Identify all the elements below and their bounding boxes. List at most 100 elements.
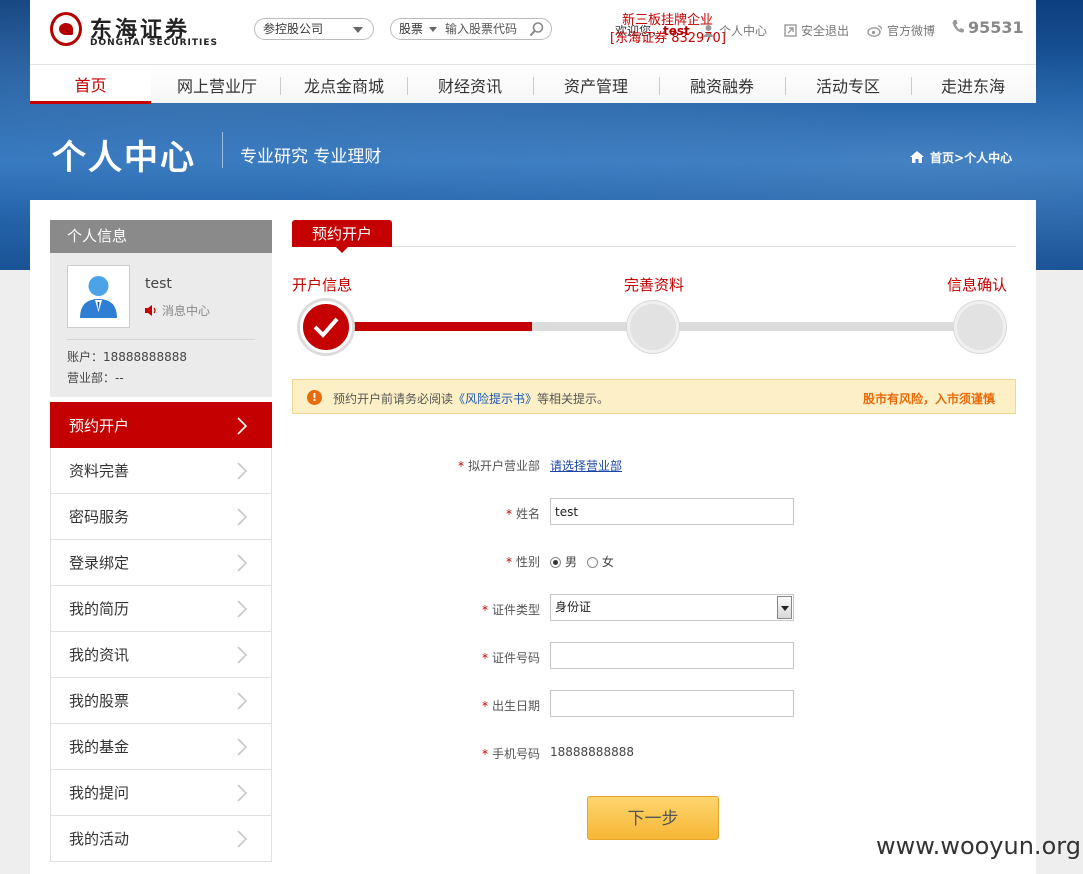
gender-options: 男 女: [550, 553, 614, 570]
company-select[interactable]: 参控股公司: [254, 18, 374, 40]
tab-appointment[interactable]: 预约开户: [292, 220, 392, 253]
radio-unchecked-icon: [586, 557, 598, 568]
id-number-input[interactable]: [550, 642, 794, 669]
logout-link[interactable]: 安全退出: [784, 22, 849, 39]
gender-female-radio[interactable]: 女: [586, 555, 614, 569]
step-label-info: 开户信息: [292, 276, 353, 294]
logo-text-en: DONGHAI SECURITIES: [90, 38, 218, 48]
branch-label: * 拟开户营业部: [457, 459, 540, 473]
chevron-right-icon: [237, 417, 248, 435]
step-3-circle: [954, 301, 1006, 353]
step-1-circle: [300, 301, 352, 353]
progress-fill: [330, 322, 532, 331]
chevron-right-icon: [237, 646, 248, 664]
birth-date-label: * 出生日期: [481, 699, 540, 713]
profile-account: 账户：18888888888: [67, 350, 187, 364]
profile-card: test 消息中心 账户：18888888888 营业部：--: [50, 253, 272, 397]
tab-underline: [292, 246, 1016, 247]
sidebar-item-activities[interactable]: 我的活动: [50, 816, 272, 862]
mobile-label: * 手机号码: [481, 747, 540, 761]
chevron-right-icon: [237, 462, 248, 480]
nav-item-finance-news[interactable]: 财经资讯: [407, 65, 533, 104]
message-center-link[interactable]: 消息中心: [145, 302, 210, 319]
breadcrumb-current: 个人中心: [964, 151, 1013, 165]
nav-item-mall[interactable]: 龙点金商城: [281, 65, 407, 104]
birth-date-input[interactable]: [550, 690, 794, 717]
profile-branch: 营业部：--: [67, 371, 124, 385]
logo-mark-icon: [50, 12, 82, 46]
sidebar-item-news[interactable]: 我的资讯: [50, 632, 272, 678]
mobile-value: 18888888888: [550, 745, 634, 759]
risk-disclosure-link[interactable]: 《风险提示书》: [453, 392, 537, 406]
company-select-value: 参控股公司: [263, 22, 324, 36]
breadcrumb: 首页>个人中心: [910, 149, 1012, 166]
nav-item-online-hall[interactable]: 网上营业厅: [154, 65, 280, 104]
warning-icon: !: [307, 390, 322, 405]
search-icon[interactable]: [529, 21, 545, 37]
avatar[interactable]: [67, 265, 130, 328]
sidebar-item-stocks[interactable]: 我的股票: [50, 678, 272, 724]
breadcrumb-home[interactable]: 首页: [930, 151, 954, 165]
chevron-right-icon: [237, 508, 248, 526]
radio-checked-icon: [550, 557, 561, 568]
sidebar-item-password[interactable]: 密码服务: [50, 494, 272, 540]
profile-divider: [67, 339, 255, 340]
personal-center-link[interactable]: 个人中心: [702, 22, 767, 39]
stock-search-input[interactable]: 输入股票代码: [445, 19, 517, 39]
weibo-link[interactable]: 官方微博: [867, 22, 935, 39]
chevron-down-icon: [429, 27, 437, 32]
watermark: www.wooyun.org: [876, 832, 1081, 860]
name-input[interactable]: [550, 498, 794, 525]
logo[interactable]: 东海证券 DONGHAI SECURITIES: [50, 12, 220, 50]
nav-item-about[interactable]: 走进东海: [910, 65, 1036, 104]
profile-username: test: [145, 276, 172, 292]
sidebar-heading: 个人信息: [50, 220, 272, 253]
user-avatar-icon: [80, 276, 117, 318]
name-label: * 姓名: [505, 507, 540, 521]
stock-search-type[interactable]: 股票: [399, 19, 423, 39]
chevron-right-icon: [237, 830, 248, 848]
site-header: 东海证券 DONGHAI SECURITIES 参控股公司 股票 输入股票代码 …: [30, 0, 1036, 104]
chevron-right-icon: [237, 600, 248, 618]
page-title: 个人中心: [52, 138, 196, 178]
page-subtitle: 专业研究 专业理财: [240, 147, 382, 167]
nav-item-home[interactable]: 首页: [30, 65, 151, 104]
title-divider: [222, 132, 223, 168]
user-icon: [703, 25, 714, 37]
notice-bar: ! 预约开户前请务必阅读《风险提示书》等相关提示。 股市有风险，入市须谨慎: [292, 379, 1016, 414]
notice-text: 预约开户前请务必阅读《风险提示书》等相关提示。: [333, 392, 610, 406]
main-nav: 首页 网上营业厅 龙点金商城 财经资讯 资产管理 融资融券 活动专区 走进东海: [30, 64, 1036, 104]
nav-item-margin-trading[interactable]: 融资融券: [659, 65, 785, 104]
next-step-button[interactable]: 下一步: [587, 796, 719, 840]
gender-male-radio[interactable]: 男: [550, 555, 577, 569]
nav-item-asset-management[interactable]: 资产管理: [533, 65, 659, 104]
chevron-down-icon: [353, 27, 363, 33]
nav-item-activities[interactable]: 活动专区: [785, 65, 911, 104]
sidebar-item-resume[interactable]: 我的简历: [50, 586, 272, 632]
content-panel: 个人信息 test 消息中心 账户：18888888888 营业部：-- 预约开…: [30, 200, 1036, 874]
sidebar-item-login-binding[interactable]: 登录绑定: [50, 540, 272, 586]
select-branch-link[interactable]: 请选择营业部: [550, 457, 622, 474]
stock-search[interactable]: 股票 输入股票代码: [390, 18, 552, 40]
home-icon: [910, 151, 924, 163]
id-type-select[interactable]: 身份证: [550, 594, 794, 621]
risk-warning: 股市有风险，入市须谨慎: [862, 392, 995, 406]
listing-overlay-line1: 新三板挂牌企业: [622, 13, 714, 28]
dropdown-arrow-icon: [777, 596, 792, 619]
sidebar-item-appointment[interactable]: 预约开户: [50, 402, 272, 448]
sidebar-item-funds[interactable]: 我的基金: [50, 724, 272, 770]
sidebar-item-complete-info[interactable]: 资料完善: [50, 448, 272, 494]
logout-icon: [784, 24, 797, 37]
id-number-label: * 证件号码: [481, 651, 540, 665]
chevron-right-icon: [237, 554, 248, 572]
chevron-right-icon: [237, 692, 248, 710]
step-label-complete: 完善资料: [624, 276, 685, 294]
step-2-circle: [627, 301, 679, 353]
sidebar-item-questions[interactable]: 我的提问: [50, 770, 272, 816]
chevron-right-icon: [237, 784, 248, 802]
chevron-right-icon: [237, 738, 248, 756]
sidebar-menu: 预约开户 资料完善 密码服务 登录绑定 我的简历 我的资讯 我的股票 我的基金 …: [50, 402, 272, 862]
hotline: 95531: [951, 18, 1024, 37]
step-label-confirm: 信息确认: [947, 276, 1008, 294]
speaker-icon: [145, 305, 156, 316]
